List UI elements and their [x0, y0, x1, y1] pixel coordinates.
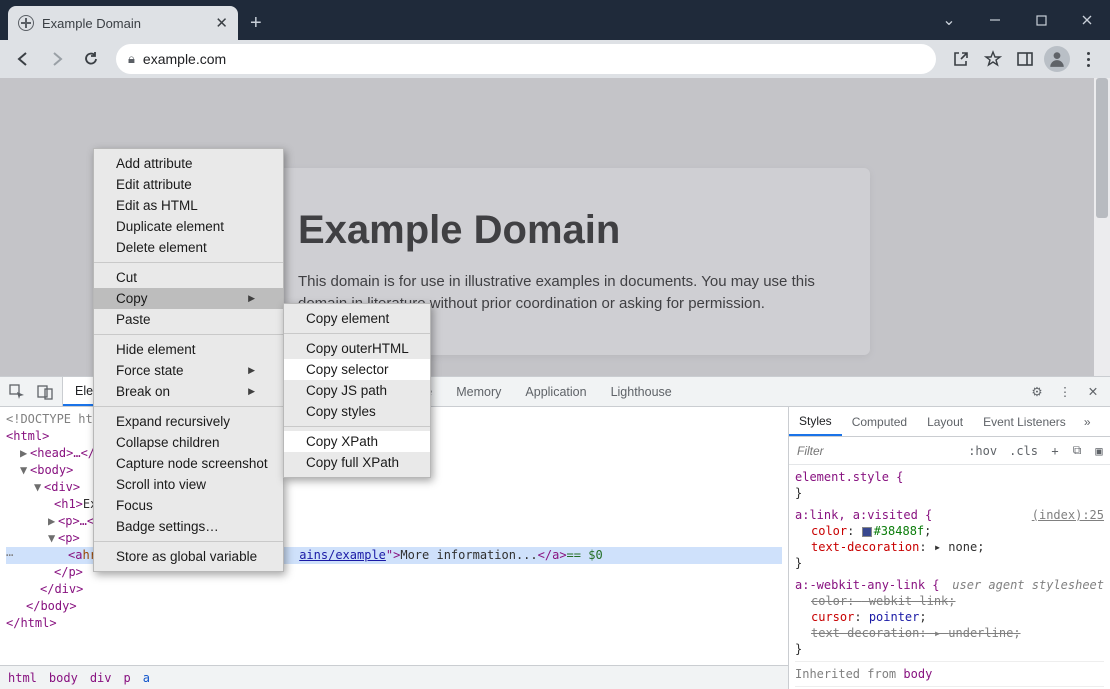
reload-button[interactable] [76, 44, 106, 74]
menu-item-edit-as-html[interactable]: Edit as HTML [94, 195, 283, 216]
menu-item-capture-node-screenshot[interactable]: Capture node screenshot [94, 453, 283, 474]
cls-toggle[interactable]: .cls [1003, 444, 1044, 458]
devtools-close-icon[interactable]: ✕ [1082, 381, 1104, 403]
styles-tabs: StylesComputedLayoutEvent Listeners» [789, 407, 1110, 437]
browser-tab[interactable]: Example Domain ✕ [8, 6, 238, 40]
styles-filter-row: :hov .cls + ⧉ ▣ [789, 437, 1110, 465]
forward-button[interactable] [42, 44, 72, 74]
devtools-settings-icon[interactable]: ⚙︎ [1026, 381, 1048, 403]
menu-item-copy-element[interactable]: Copy element [284, 308, 430, 329]
menu-item-store-as-global-variable[interactable]: Store as global variable [94, 546, 283, 567]
address-bar: 🔒︎ example.com [0, 40, 1110, 78]
menu-item-expand-recursively[interactable]: Expand recursively [94, 411, 283, 432]
menu-item-badge-settings-[interactable]: Badge settings… [94, 516, 283, 537]
page-scrollbar[interactable] [1094, 78, 1110, 376]
styles-pane: StylesComputedLayoutEvent Listeners» :ho… [788, 407, 1110, 689]
new-style-rule-icon[interactable]: + [1044, 444, 1066, 458]
lock-icon: 🔒︎ [128, 51, 135, 67]
new-tab-button[interactable]: + [238, 6, 274, 40]
devtools-tab-application[interactable]: Application [513, 377, 598, 406]
hov-toggle[interactable]: :hov [962, 444, 1003, 458]
breadcrumb-a[interactable]: a [143, 671, 150, 685]
close-window-button[interactable] [1064, 4, 1110, 36]
menu-item-duplicate-element[interactable]: Duplicate element [94, 216, 283, 237]
share-icon[interactable] [946, 44, 976, 74]
menu-item-edit-attribute[interactable]: Edit attribute [94, 174, 283, 195]
window-titlebar: Example Domain ✕ + ⌄ [0, 0, 1110, 40]
menu-item-copy[interactable]: Copy [94, 288, 283, 309]
elements-context-menu[interactable]: Add attributeEdit attributeEdit as HTMLD… [93, 148, 284, 572]
styles-tab-event-listeners[interactable]: Event Listeners [973, 407, 1076, 436]
breadcrumb-div[interactable]: div [90, 671, 112, 685]
menu-item-copy-styles[interactable]: Copy styles [284, 401, 430, 422]
maximize-button[interactable] [1018, 4, 1064, 36]
side-panel-icon[interactable] [1010, 44, 1040, 74]
menu-item-hide-element[interactable]: Hide element [94, 339, 283, 360]
breadcrumb-body[interactable]: body [49, 671, 78, 685]
menu-item-cut[interactable]: Cut [94, 267, 283, 288]
menu-item-scroll-into-view[interactable]: Scroll into view [94, 474, 283, 495]
menu-item-collapse-children[interactable]: Collapse children [94, 432, 283, 453]
menu-item-force-state[interactable]: Force state [94, 360, 283, 381]
devtools-tab-memory[interactable]: Memory [444, 377, 513, 406]
profile-avatar[interactable] [1042, 44, 1072, 74]
devtools-tab-lighthouse[interactable]: Lighthouse [599, 377, 684, 406]
menu-item-delete-element[interactable]: Delete element [94, 237, 283, 258]
dom-breadcrumb[interactable]: html bodydivpa [0, 665, 788, 689]
menu-item-add-attribute[interactable]: Add attribute [94, 153, 283, 174]
device-toolbar-icon[interactable] [34, 381, 56, 403]
toggle-sidebar-icon[interactable]: ▣ [1088, 444, 1110, 458]
menu-item-paste[interactable]: Paste [94, 309, 283, 330]
copy-submenu[interactable]: Copy elementCopy outerHTMLCopy selectorC… [283, 303, 431, 478]
menu-item-focus[interactable]: Focus [94, 495, 283, 516]
styles-tab-styles[interactable]: Styles [789, 407, 842, 436]
tab-close-icon[interactable]: ✕ [215, 14, 228, 32]
menu-item-copy-outerhtml[interactable]: Copy outerHTML [284, 338, 430, 359]
styles-tab-computed[interactable]: Computed [842, 407, 917, 436]
devtools-more-icon[interactable]: ⋮ [1054, 381, 1076, 403]
back-button[interactable] [8, 44, 38, 74]
menu-item-copy-js-path[interactable]: Copy JS path [284, 380, 430, 401]
tab-title: Example Domain [42, 16, 207, 31]
minimize-button[interactable] [972, 4, 1018, 36]
breadcrumb-html[interactable]: html [8, 671, 37, 685]
inspect-element-icon[interactable] [6, 381, 28, 403]
styles-tab-layout[interactable]: Layout [917, 407, 973, 436]
chevron-down-icon[interactable]: ⌄ [926, 4, 972, 36]
styles-tabs-overflow-icon[interactable]: » [1076, 407, 1099, 436]
menu-item-break-on[interactable]: Break on [94, 381, 283, 402]
bookmark-star-icon[interactable] [978, 44, 1008, 74]
styles-rules[interactable]: element.style { } a:link, a:visited {(in… [789, 465, 1110, 689]
computed-styles-icon[interactable]: ⧉ [1066, 443, 1088, 458]
menu-item-copy-selector[interactable]: Copy selector [284, 359, 430, 380]
menu-item-copy-xpath[interactable]: Copy XPath [284, 431, 430, 452]
breadcrumb-p[interactable]: p [124, 671, 131, 685]
chrome-menu-button[interactable] [1074, 52, 1102, 67]
url-field[interactable]: 🔒︎ example.com [116, 44, 936, 74]
menu-item-copy-full-xpath[interactable]: Copy full XPath [284, 452, 430, 473]
globe-icon [18, 15, 34, 31]
styles-filter-input[interactable] [789, 444, 962, 458]
url-text: example.com [143, 51, 226, 67]
